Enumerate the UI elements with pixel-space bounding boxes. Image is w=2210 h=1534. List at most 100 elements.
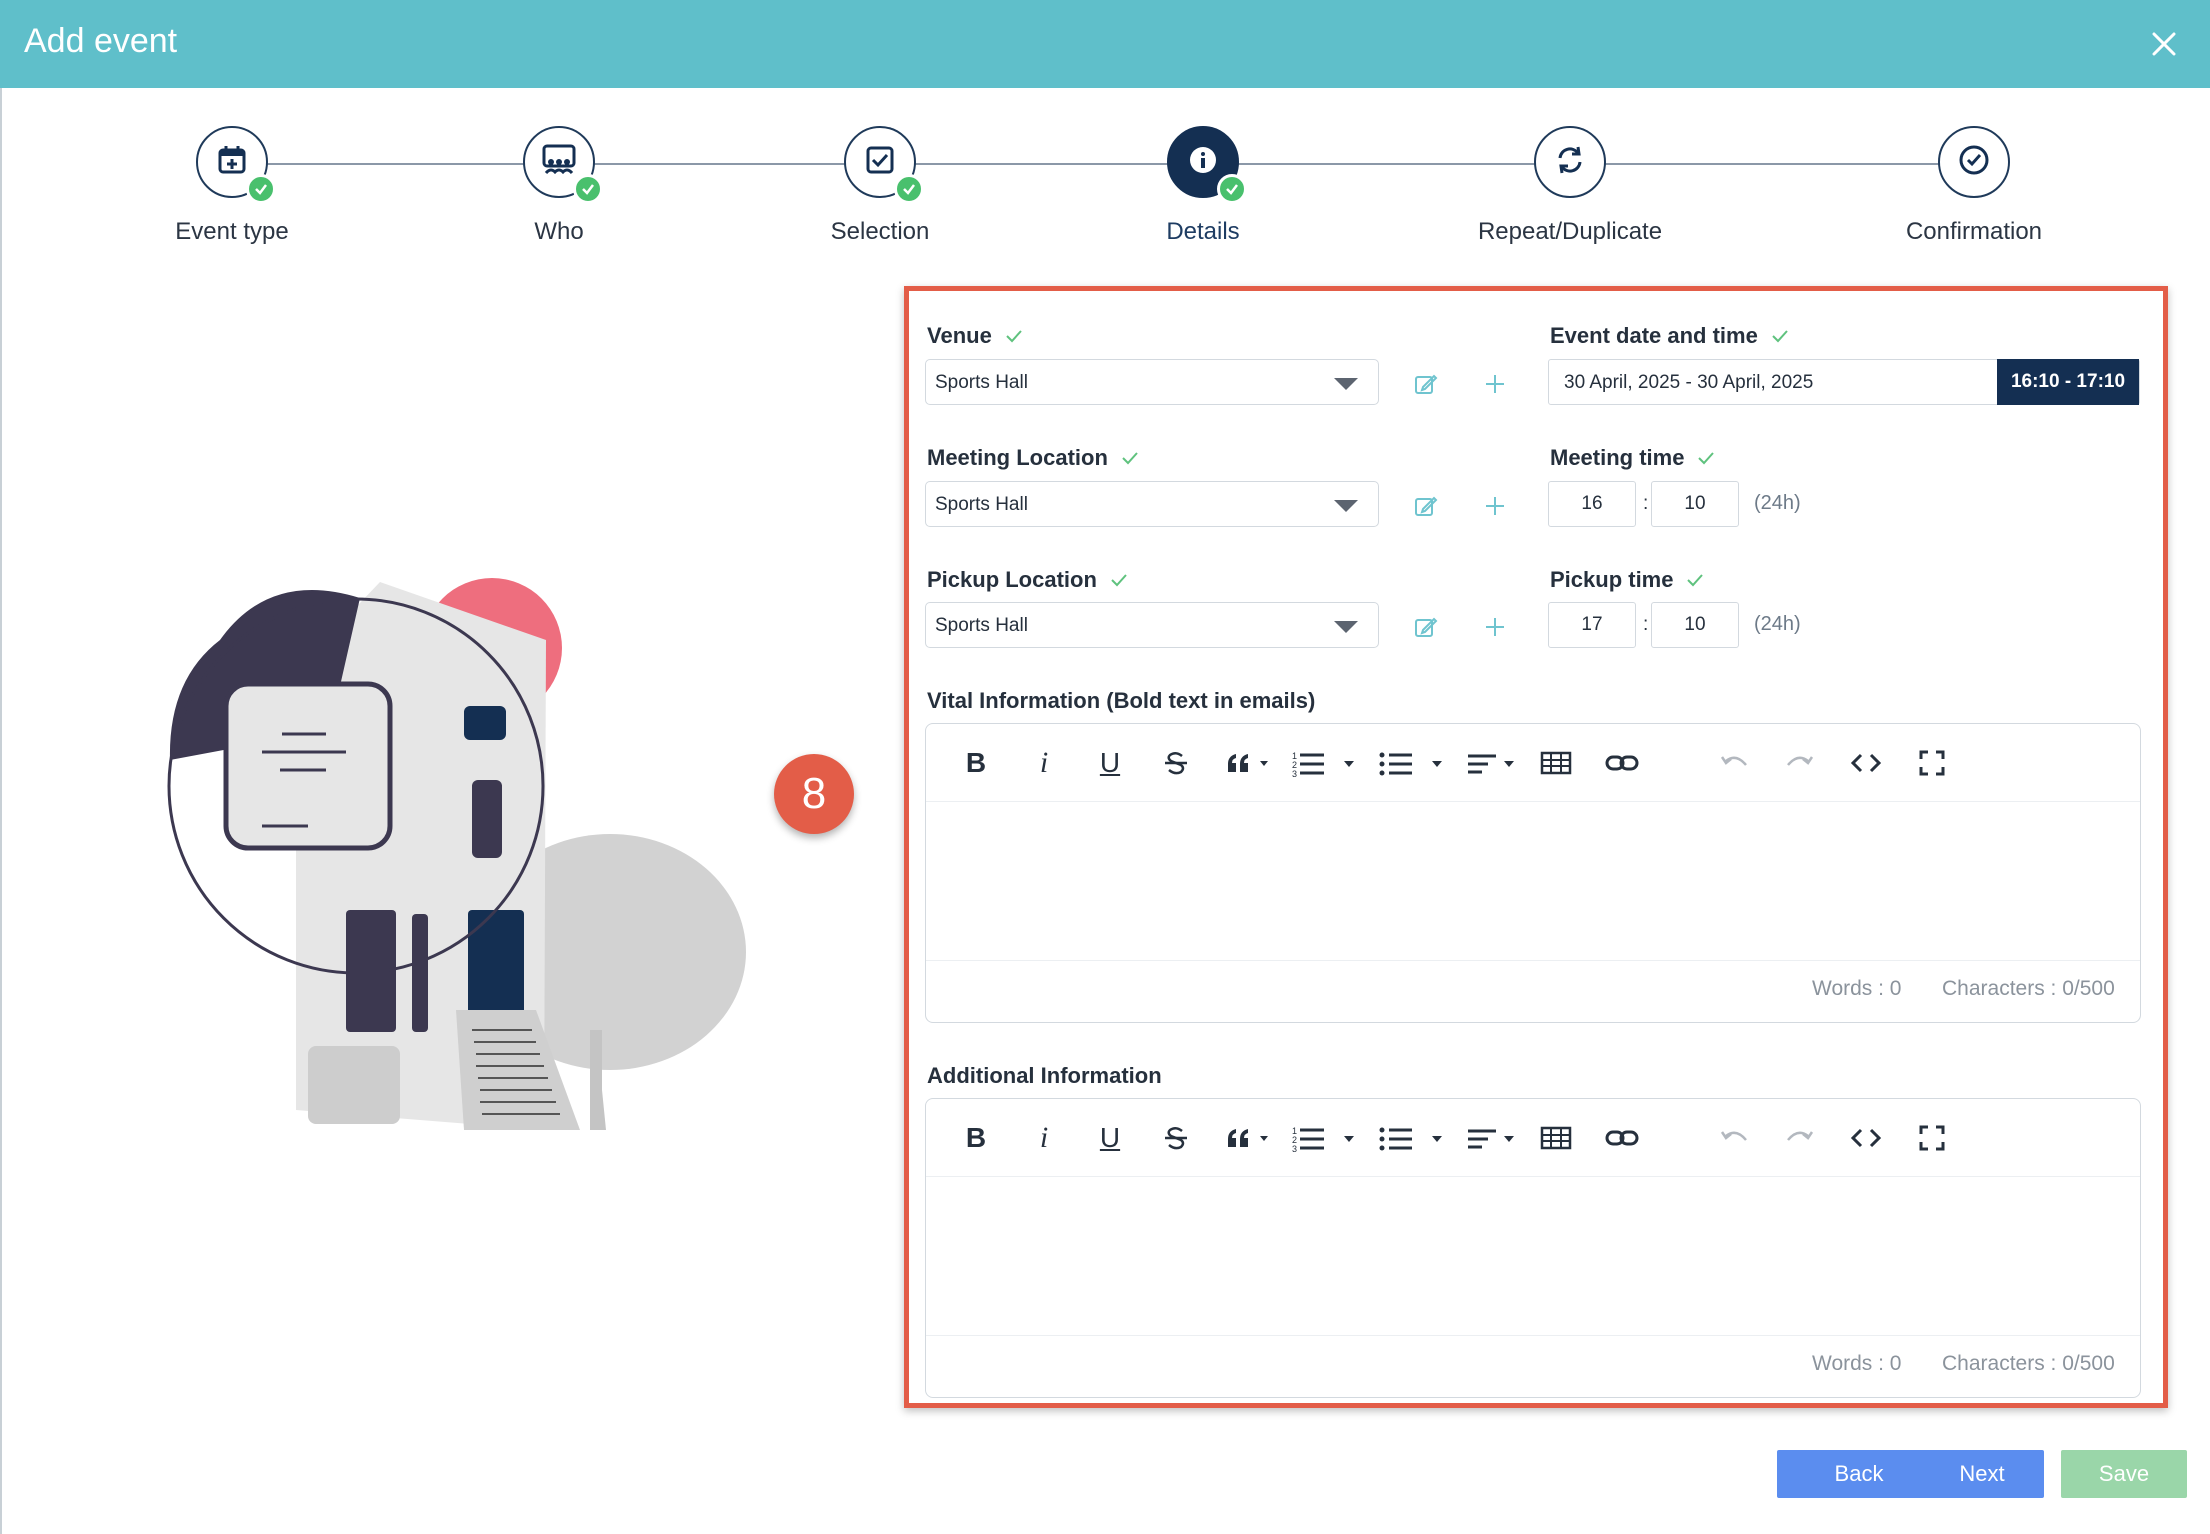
edit-meeting-location-icon[interactable]	[1413, 493, 1439, 519]
time-format-hint: (24h)	[1754, 492, 1801, 514]
align-icon[interactable]	[1466, 744, 1520, 782]
step-details[interactable]: Details	[1053, 126, 1353, 246]
blockquote-icon[interactable]	[1222, 744, 1276, 782]
chevron-down-icon	[1334, 500, 1358, 512]
add-meeting-location-icon[interactable]	[1482, 493, 1508, 519]
table-icon[interactable]	[1536, 1119, 1576, 1157]
link-icon[interactable]	[1602, 1119, 1642, 1157]
step-label: Event type	[175, 218, 289, 245]
building-illustration	[150, 560, 770, 1140]
event-datetime-label: Event date and time	[1550, 323, 1790, 349]
blockquote-icon[interactable]	[1222, 1119, 1276, 1157]
venue-select[interactable]: Sports Hall	[925, 359, 1379, 405]
pickup-location-select-value: Sports Hall	[935, 615, 1028, 636]
add-pickup-location-icon[interactable]	[1482, 614, 1508, 640]
meeting-time-label: Meeting time	[1550, 445, 1716, 471]
bold-button[interactable]: B	[956, 1119, 996, 1157]
editor-toolbar: B i U 123	[926, 1099, 2140, 1177]
meeting-location-select[interactable]: Sports Hall	[925, 481, 1379, 527]
bullet-list-icon[interactable]	[1378, 1119, 1452, 1157]
event-date-range-input[interactable]: 30 April, 2025 - 30 April, 2025 16:10 - …	[1548, 359, 2140, 405]
step-who[interactable]: Who	[409, 126, 709, 246]
underline-glyph: U	[1099, 747, 1121, 778]
pickup-hour-input[interactable]: 17	[1548, 602, 1636, 648]
svg-text:3: 3	[1292, 769, 1297, 778]
valid-check-icon	[1111, 574, 1127, 587]
valid-check-icon	[1006, 330, 1022, 343]
vital-info-text-area[interactable]	[926, 802, 2140, 964]
underline-button[interactable]: U	[1090, 744, 1130, 782]
undo-icon[interactable]	[1714, 744, 1754, 782]
additional-info-label-text: Additional Information	[927, 1063, 1162, 1088]
bold-button[interactable]: B	[956, 744, 996, 782]
strikethrough-icon[interactable]	[1156, 1119, 1196, 1157]
undo-icon[interactable]	[1714, 1119, 1754, 1157]
valid-check-icon	[1698, 452, 1715, 465]
valid-check-icon	[1122, 452, 1138, 465]
meeting-time-label-text: Meeting time	[1550, 445, 1685, 470]
time-separator: :	[1643, 493, 1649, 514]
table-icon[interactable]	[1536, 744, 1576, 782]
dialog-title: Add event	[24, 22, 178, 60]
step-repeat-duplicate[interactable]: Repeat/Duplicate	[1420, 126, 1720, 246]
edit-pickup-location-icon[interactable]	[1413, 614, 1439, 640]
step-number-badge: 8	[774, 754, 854, 834]
edit-venue-icon[interactable]	[1413, 371, 1439, 397]
pickup-location-label: Pickup Location	[927, 567, 1129, 593]
bullet-list-icon[interactable]	[1378, 744, 1452, 782]
add-venue-icon[interactable]	[1482, 371, 1508, 397]
event-datetime-label-text: Event date and time	[1550, 323, 1758, 348]
meeting-minute-input[interactable]: 10	[1651, 481, 1739, 527]
next-button[interactable]: Next	[1920, 1450, 2044, 1498]
character-count: Characters : 0/500	[1942, 977, 2115, 1000]
event-time-range[interactable]: 16:10 - 17:10	[1997, 359, 2139, 405]
underline-button[interactable]: U	[1090, 1119, 1130, 1157]
editor-footer: Words : 0 Characters : 0/500	[926, 1335, 2140, 1397]
pickup-minute-input[interactable]: 10	[1651, 602, 1739, 648]
back-button[interactable]: Back	[1777, 1450, 1941, 1498]
dialog-header: Add event	[0, 0, 2210, 88]
italic-button[interactable]: i	[1024, 1119, 1064, 1157]
code-view-icon[interactable]	[1846, 744, 1886, 782]
italic-button[interactable]: i	[1024, 744, 1064, 782]
character-count: Characters : 0/500	[1942, 1352, 2115, 1375]
check-circle-icon	[1957, 143, 1991, 182]
meeting-location-select-value: Sports Hall	[935, 494, 1028, 515]
vital-info-editor: B i U 123 Words : 0 Characters : 0/500	[925, 723, 2141, 1023]
step-label: Details	[1166, 218, 1240, 245]
checkbox-icon	[864, 144, 896, 181]
pickup-location-select[interactable]: Sports Hall	[925, 602, 1379, 648]
event-date-range-value: 30 April, 2025 - 30 April, 2025	[1564, 372, 1814, 393]
bold-glyph: B	[965, 1122, 987, 1153]
additional-info-text-area[interactable]	[926, 1177, 2140, 1339]
code-view-icon[interactable]	[1846, 1119, 1886, 1157]
meeting-location-label-text: Meeting Location	[927, 445, 1108, 470]
fullscreen-icon[interactable]	[1912, 1119, 1952, 1157]
step-complete-check-icon	[573, 174, 603, 204]
redo-icon[interactable]	[1780, 1119, 1820, 1157]
additional-info-label: Additional Information	[927, 1063, 1162, 1089]
align-icon[interactable]	[1466, 1119, 1520, 1157]
ordered-list-icon[interactable]: 123	[1290, 1119, 1364, 1157]
step-selection[interactable]: Selection	[730, 126, 1030, 246]
italic-glyph: i	[1039, 746, 1049, 779]
close-icon[interactable]	[2144, 24, 2184, 64]
save-button[interactable]: Save	[2061, 1450, 2187, 1498]
underline-glyph: U	[1099, 1122, 1121, 1153]
step-label: Repeat/Duplicate	[1477, 218, 1663, 245]
strikethrough-icon[interactable]	[1156, 744, 1196, 782]
link-icon[interactable]	[1602, 744, 1642, 782]
step-event-type[interactable]: Event type	[82, 126, 382, 246]
pickup-time-label: Pickup time	[1550, 567, 1705, 593]
meeting-hour-input[interactable]: 16	[1548, 481, 1636, 527]
redo-icon[interactable]	[1780, 744, 1820, 782]
fullscreen-icon[interactable]	[1912, 744, 1952, 782]
ordered-list-icon[interactable]: 123	[1290, 744, 1364, 782]
word-count: Words : 0	[1812, 977, 1902, 1000]
editor-footer: Words : 0 Characters : 0/500	[926, 960, 2140, 1022]
svg-text:3: 3	[1292, 1144, 1297, 1153]
details-form-panel: Venue Sports Hall Event date and time 30…	[904, 286, 2168, 1408]
step-confirmation[interactable]: Confirmation	[1824, 126, 2124, 246]
meeting-location-label: Meeting Location	[927, 445, 1140, 471]
valid-check-icon	[1772, 330, 1788, 343]
